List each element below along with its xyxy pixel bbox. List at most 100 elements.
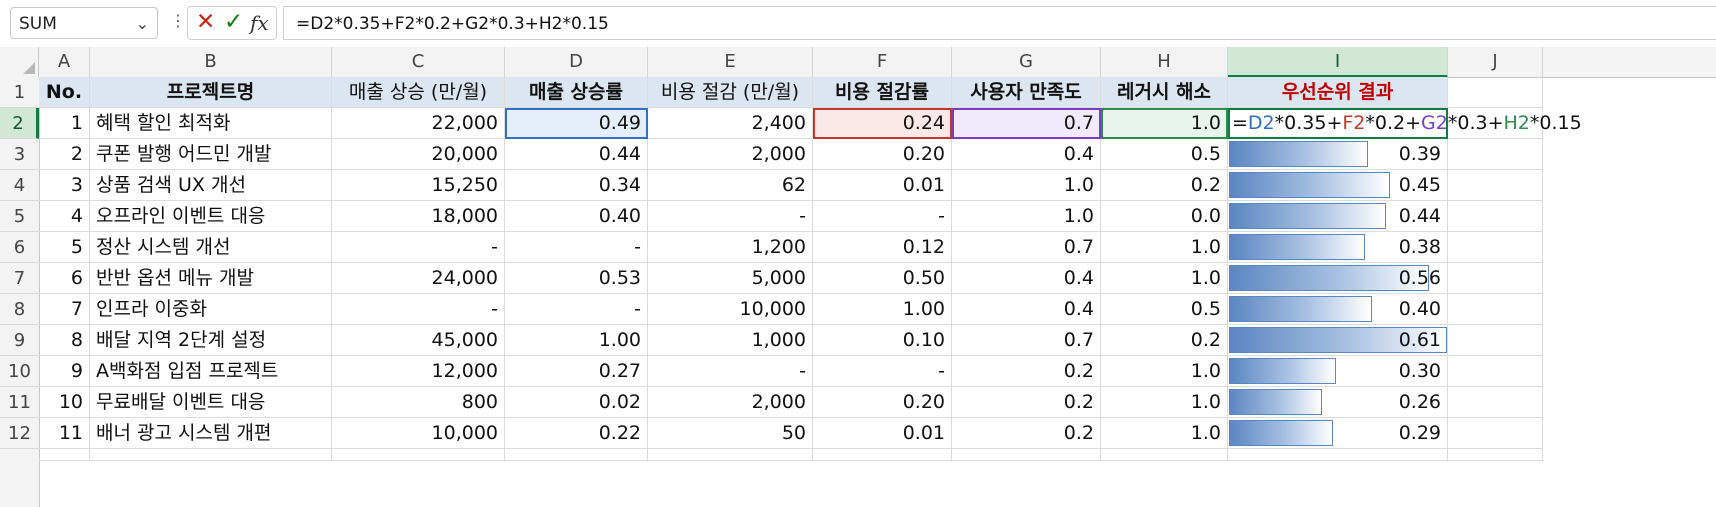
cell-user-satisfaction[interactable]: 0.2 <box>952 356 1101 387</box>
empty-cell[interactable] <box>1448 294 1543 325</box>
empty-cell[interactable] <box>1101 449 1228 461</box>
row-header-6[interactable]: 6 <box>0 232 39 263</box>
cell-project-name[interactable]: 쿠폰 발행 어드민 개발 <box>90 139 332 170</box>
cell-cost-saving[interactable]: 1,000 <box>648 325 813 356</box>
row-header-5[interactable]: 5 <box>0 201 39 232</box>
fx-icon[interactable]: fx <box>250 11 269 35</box>
cell-revenue-rate[interactable]: 0.40 <box>505 201 648 232</box>
cell-priority-result[interactable]: 0.61 <box>1228 325 1448 356</box>
cell-cost-rate[interactable]: - <box>813 201 952 232</box>
cell-cost-rate[interactable]: 0.01 <box>813 170 952 201</box>
cell-legacy-resolution[interactable]: 1.0 <box>1101 387 1228 418</box>
cell-revenue-increase[interactable]: 18,000 <box>332 201 505 232</box>
cell-revenue-increase[interactable]: 800 <box>332 387 505 418</box>
cell-user-satisfaction[interactable]: 0.7 <box>952 108 1101 139</box>
cell-legacy-resolution[interactable]: 1.0 <box>1101 232 1228 263</box>
empty-cell[interactable] <box>952 449 1101 461</box>
column-header-a[interactable]: A <box>39 47 90 77</box>
empty-cell[interactable] <box>1448 263 1543 294</box>
cell-revenue-rate[interactable]: 0.02 <box>505 387 648 418</box>
cell-priority-result[interactable]: 0.40 <box>1228 294 1448 325</box>
cell-cost-rate[interactable]: 1.00 <box>813 294 952 325</box>
cell-priority-result-editing[interactable]: =D2*0.35+F2*0.2+G2*0.3+H2*0.15 <box>1228 108 1582 139</box>
empty-cell[interactable] <box>505 449 648 461</box>
cell-user-satisfaction[interactable]: 1.0 <box>952 201 1101 232</box>
cell-legacy-resolution[interactable]: 1.0 <box>1101 356 1228 387</box>
cell-project-name[interactable]: 반반 옵션 메뉴 개발 <box>90 263 332 294</box>
cell-revenue-increase[interactable]: 12,000 <box>332 356 505 387</box>
cell-project-name[interactable]: 혜택 할인 최적화 <box>90 108 332 139</box>
cell-revenue-rate[interactable]: - <box>505 294 648 325</box>
row-header-8[interactable]: 8 <box>0 294 39 325</box>
cell-cost-saving[interactable]: 2,000 <box>648 139 813 170</box>
cell-no[interactable]: 5 <box>39 232 90 263</box>
name-box[interactable]: SUM ⌄ <box>10 7 158 39</box>
cell-revenue-increase[interactable]: 45,000 <box>332 325 505 356</box>
cell-cost-rate[interactable]: 0.12 <box>813 232 952 263</box>
cell-cost-saving[interactable]: - <box>648 201 813 232</box>
cell-cost-rate[interactable]: 0.01 <box>813 418 952 449</box>
row-header-9[interactable]: 9 <box>0 325 39 356</box>
cell-project-name[interactable]: A백화점 입점 프로젝트 <box>90 356 332 387</box>
cell-priority-result[interactable]: 0.29 <box>1228 418 1448 449</box>
row-header-10[interactable]: 10 <box>0 356 39 387</box>
header-no[interactable]: No. <box>39 77 90 108</box>
cell-cost-rate[interactable]: 0.24 <box>813 108 952 139</box>
column-header-c[interactable]: C <box>332 47 505 77</box>
cell-project-name[interactable]: 배달 지역 2단계 설정 <box>90 325 332 356</box>
header-project-name[interactable]: 프로젝트명 <box>90 77 332 108</box>
row-header-12[interactable]: 12 <box>0 418 39 449</box>
header-legacy-resolution[interactable]: 레거시 해소 <box>1101 77 1228 108</box>
header-user-satisfaction[interactable]: 사용자 만족도 <box>952 77 1101 108</box>
cell-priority-result[interactable]: 0.44 <box>1228 201 1448 232</box>
empty-cell[interactable] <box>90 449 332 461</box>
header-priority-result[interactable]: 우선순위 결과 <box>1228 77 1448 108</box>
column-header-f[interactable]: F <box>813 47 952 77</box>
cell-revenue-increase[interactable]: 15,250 <box>332 170 505 201</box>
more-options-icon[interactable]: ⋮ <box>170 11 186 30</box>
cell-cost-rate[interactable]: 0.50 <box>813 263 952 294</box>
cell-no[interactable]: 3 <box>39 170 90 201</box>
row-header-1[interactable]: 1 <box>0 77 39 108</box>
cell-no[interactable]: 10 <box>39 387 90 418</box>
cell-project-name[interactable]: 인프라 이중화 <box>90 294 332 325</box>
row-header-3[interactable]: 3 <box>0 139 39 170</box>
column-header-i[interactable]: I <box>1228 47 1448 78</box>
empty-cell[interactable] <box>1448 201 1543 232</box>
cell-no[interactable]: 2 <box>39 139 90 170</box>
cell-no[interactable]: 11 <box>39 418 90 449</box>
cell-priority-result[interactable]: 0.56 <box>1228 263 1448 294</box>
cell-cost-saving[interactable]: 50 <box>648 418 813 449</box>
cell-legacy-resolution[interactable]: 0.2 <box>1101 170 1228 201</box>
cell-cost-rate[interactable]: - <box>813 356 952 387</box>
cell-revenue-rate[interactable]: 0.22 <box>505 418 648 449</box>
cell-revenue-rate[interactable]: 1.00 <box>505 325 648 356</box>
cell-revenue-increase[interactable]: 22,000 <box>332 108 505 139</box>
empty-cell[interactable] <box>1228 449 1448 461</box>
cell-priority-result[interactable]: 0.38 <box>1228 232 1448 263</box>
cell-legacy-resolution[interactable]: 0.5 <box>1101 294 1228 325</box>
empty-cell[interactable] <box>39 449 90 461</box>
header-revenue-increase[interactable]: 매출 상승 (만/월) <box>332 77 505 108</box>
empty-cell[interactable] <box>813 449 952 461</box>
formula-input[interactable]: =D2*0.35+F2*0.2+G2*0.3+H2*0.15 <box>283 6 1716 40</box>
cell-legacy-resolution[interactable]: 1.0 <box>1101 418 1228 449</box>
cell-no[interactable]: 1 <box>39 108 90 139</box>
empty-cell[interactable] <box>648 449 813 461</box>
header-cost-saving[interactable]: 비용 절감 (만/월) <box>648 77 813 108</box>
cell-no[interactable]: 7 <box>39 294 90 325</box>
cell-cost-rate[interactable]: 0.20 <box>813 139 952 170</box>
empty-cell[interactable] <box>1448 449 1543 461</box>
cell-legacy-resolution[interactable]: 1.0 <box>1101 263 1228 294</box>
cell-revenue-increase[interactable]: - <box>332 294 505 325</box>
column-header-e[interactable]: E <box>648 47 813 77</box>
cell-cost-saving[interactable]: - <box>648 356 813 387</box>
cell-revenue-rate[interactable]: 0.53 <box>505 263 648 294</box>
row-header-4[interactable]: 4 <box>0 170 39 201</box>
row-header-7[interactable]: 7 <box>0 263 39 294</box>
cell-cost-rate[interactable]: 0.20 <box>813 387 952 418</box>
cell-cost-saving[interactable]: 5,000 <box>648 263 813 294</box>
column-header-d[interactable]: D <box>505 47 648 77</box>
cell-legacy-resolution[interactable]: 0.2 <box>1101 325 1228 356</box>
cell-project-name[interactable]: 배너 광고 시스템 개편 <box>90 418 332 449</box>
